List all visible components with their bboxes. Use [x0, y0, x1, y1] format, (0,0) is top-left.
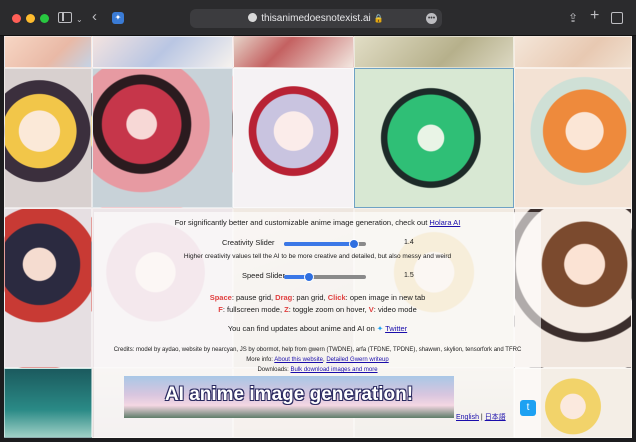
creativity-slider[interactable]	[284, 239, 366, 249]
zoom-window-button[interactable]	[40, 14, 49, 23]
promo-banner[interactable]: AI anime image generation!	[124, 376, 454, 418]
shortcut-action: : pause grid,	[231, 293, 276, 302]
credits-line: Credits: model by aydao, website by near…	[113, 347, 522, 353]
shortcut-action: : video mode	[373, 305, 417, 314]
anime-image-tile[interactable]	[4, 208, 92, 368]
creativity-slider-row: Creativity Slider 1.4	[94, 236, 541, 250]
minimize-window-button[interactable]	[26, 14, 35, 23]
web-page: For significantly better and customizabl…	[4, 36, 632, 438]
anime-image-tile[interactable]	[4, 368, 92, 438]
shortcut-key: Drag	[275, 293, 293, 302]
anime-image-tile[interactable]	[514, 68, 632, 208]
creativity-slider-value: 1.4	[404, 239, 414, 246]
gwern-writeup-link[interactable]: Detailed Gwern writeup	[326, 357, 388, 363]
shortcut-action: : open image in new tab	[345, 293, 426, 302]
anime-image-tile[interactable]	[514, 36, 632, 68]
shortcuts-line-2: F: fullscreen mode, Z: toggle zoom on ho…	[94, 305, 541, 314]
more-info-label: More info:	[246, 357, 275, 363]
anime-image-tile[interactable]	[92, 68, 233, 208]
shortcuts-line-1: Space: pause grid, Drag: pan grid, Click…	[94, 293, 541, 302]
close-window-button[interactable]	[12, 14, 21, 23]
language-switcher: English | 日本語	[456, 412, 506, 422]
share-button[interactable]: ⇪	[568, 10, 578, 26]
shortcut-action: : fullscreen mode,	[222, 305, 285, 314]
more-info-line: More info: About this website, Detailed …	[246, 357, 389, 363]
page-menu-icon[interactable]: •••	[426, 13, 437, 24]
creativity-slider-label: Creativity Slider	[222, 238, 275, 247]
anime-image-tile[interactable]	[233, 68, 354, 208]
speed-slider-label: Speed Slider	[242, 271, 285, 280]
creativity-description: Higher creativity values tell the AI to …	[183, 253, 452, 260]
shortcut-action: : pan grid,	[292, 293, 328, 302]
anime-image-tile[interactable]	[4, 68, 92, 208]
anime-image-tile[interactable]	[233, 36, 354, 68]
new-tab-button[interactable]: +	[590, 8, 599, 24]
creativity-slider-fill	[284, 242, 354, 246]
browser-toolbar: ⌄ ‹ ✦ thisanimedoesnotexist.ai 🔒 ••• ⇪ +	[0, 0, 636, 36]
updates-message: You can find updates about anime and AI …	[227, 324, 377, 333]
site-favicon-icon	[248, 13, 258, 22]
lock-icon: 🔒	[373, 14, 384, 23]
banner-title: AI anime image generation!	[164, 384, 414, 405]
anime-image-tile[interactable]	[92, 36, 233, 68]
shortcut-action: : toggle zoom on hover,	[288, 305, 369, 314]
shortcut-key: Space	[209, 293, 232, 302]
tab-overview-button[interactable]	[611, 12, 623, 24]
promo-message: For significantly better and customizabl…	[174, 218, 430, 227]
promo-text: For significantly better and customizabl…	[94, 218, 541, 227]
english-link[interactable]: English	[456, 414, 479, 421]
twitter-link[interactable]: Twitter	[385, 324, 407, 333]
creativity-slider-thumb[interactable]	[348, 239, 359, 249]
updates-text: You can find updates about anime and AI …	[94, 324, 541, 333]
bulk-download-link[interactable]: Bulk download images and more	[290, 367, 377, 373]
speed-slider-row: Speed Slider 1.5	[94, 269, 541, 283]
address-bar[interactable]: thisanimedoesnotexist.ai 🔒 •••	[190, 9, 442, 28]
url-text: thisanimedoesnotexist.ai	[261, 13, 371, 24]
twitter-bird-icon: ✦	[376, 324, 384, 333]
sidebar-toggle-icon[interactable]	[58, 12, 72, 23]
speed-slider[interactable]	[284, 272, 366, 282]
holara-link[interactable]: Holara AI	[429, 218, 460, 227]
anime-image-tile[interactable]	[354, 36, 514, 68]
speed-slider-value: 1.5	[404, 272, 414, 279]
chevron-down-icon[interactable]: ⌄	[76, 12, 83, 28]
downloads-label: Downloads:	[257, 367, 291, 373]
shortcut-key: Click	[327, 293, 346, 302]
anime-image-tile[interactable]	[4, 36, 92, 68]
about-link[interactable]: About this website	[274, 357, 323, 363]
japanese-link[interactable]: 日本語	[485, 414, 506, 421]
twitter-icon[interactable]: t	[520, 400, 536, 416]
speed-slider-thumb[interactable]	[303, 272, 314, 282]
back-button[interactable]: ‹	[92, 9, 97, 25]
downloads-line: Downloads: Bulk download images and more	[94, 367, 541, 373]
anime-image-tile[interactable]	[354, 68, 514, 208]
tab-favicon-icon[interactable]: ✦	[112, 12, 124, 24]
